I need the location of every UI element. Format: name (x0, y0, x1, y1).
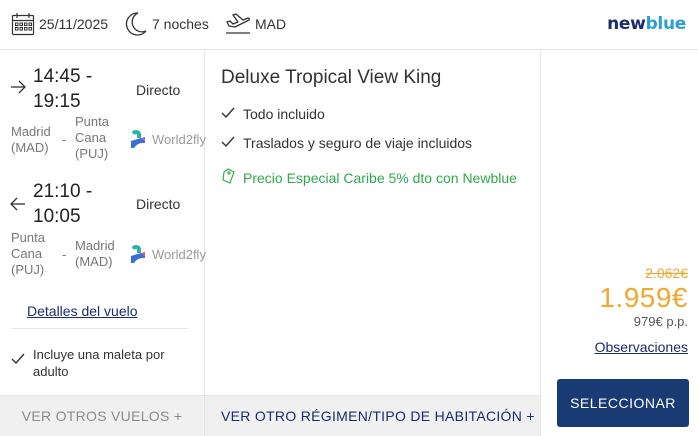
route-separator: - (62, 247, 67, 262)
promo-item: Precio Especial Caribe 5% dto con Newblu… (221, 168, 517, 187)
column-divider (204, 50, 205, 436)
nights-summary: 7 noches (124, 10, 209, 38)
luggage-text: Incluye una maleta por adulto (33, 347, 165, 379)
price-per-person: 979€ p.p. (633, 314, 688, 329)
travel-date: 25/11/2025 (39, 16, 109, 32)
flight-type: Directo (136, 82, 181, 98)
airline-logo-icon (129, 129, 147, 154)
arrival-time: 10:05 (33, 206, 81, 227)
logo-text-new: new (607, 14, 646, 34)
tag-icon (221, 168, 243, 187)
origin-airport: MAD (255, 16, 287, 32)
observations-link[interactable]: Observaciones (595, 339, 688, 355)
select-button[interactable]: SELECCIONAR (557, 379, 689, 427)
check-icon (221, 106, 243, 122)
arrow-right-icon (10, 80, 26, 98)
other-room-type-button[interactable]: VER OTRO RÉGIMEN/TIPO DE HABITACIÓN + (205, 395, 540, 436)
origin-summary: MAD (225, 10, 286, 38)
feature-text: Traslados y seguro de viaje incluidos (243, 135, 473, 151)
arrival-time: 19:15 (33, 91, 81, 112)
feature-item: Traslados y seguro de viaje incluidos (221, 135, 472, 151)
flight-times: 21:10 - 10:05 (33, 179, 92, 229)
airline-name: World2fly (152, 132, 206, 147)
logo-text-blue: blue (645, 14, 687, 34)
destination-airport: Madrid (MAD) (75, 238, 115, 269)
flight-route: Madrid (MAD) - Punta Cana (PUJ) (11, 114, 131, 170)
other-flights-button[interactable]: VER OTROS VUELOS + (0, 395, 204, 436)
destination-airport: Punta Cana (PUJ) (75, 114, 109, 161)
flight-type: Directo (136, 196, 181, 212)
airline-name: World2fly (152, 247, 206, 262)
airline-logo-icon (129, 244, 147, 269)
flight-details-link[interactable]: Detalles del vuelo (27, 303, 138, 319)
search-summary-header: 25/11/2025 7 noches MAD newblue (0, 0, 698, 50)
origin-airport: Punta Cana (PUJ) (11, 230, 45, 277)
check-icon (221, 135, 243, 151)
flight-times: 14:45 - 19:15 (33, 64, 92, 114)
original-price: 2.062€ (645, 265, 688, 281)
flight-route: Punta Cana (PUJ) - Madrid (MAD) (11, 230, 131, 280)
arrow-left-icon (10, 197, 26, 215)
column-divider (540, 50, 541, 436)
origin-airport: Madrid (MAD) (11, 124, 51, 155)
promo-text: Precio Especial Caribe 5% dto con Newblu… (243, 169, 517, 186)
room-title: Deluxe Tropical View King (221, 67, 442, 88)
newblue-logo[interactable]: newblue (607, 14, 686, 34)
route-separator: - (62, 132, 67, 147)
feature-text: Todo incluido (243, 106, 325, 122)
nights-count: 7 noches (152, 16, 209, 32)
calendar-icon (11, 12, 35, 36)
feature-item: Todo incluido (221, 106, 325, 122)
total-price: 1.959€ (599, 282, 688, 313)
moon-icon (124, 11, 148, 37)
check-icon (11, 352, 25, 369)
departure-time: 14:45 - (33, 66, 93, 87)
departure-time: 21:10 - (33, 181, 93, 202)
plane-departure-icon (225, 12, 251, 36)
date-summary: 25/11/2025 (11, 10, 108, 38)
divider (11, 328, 188, 329)
